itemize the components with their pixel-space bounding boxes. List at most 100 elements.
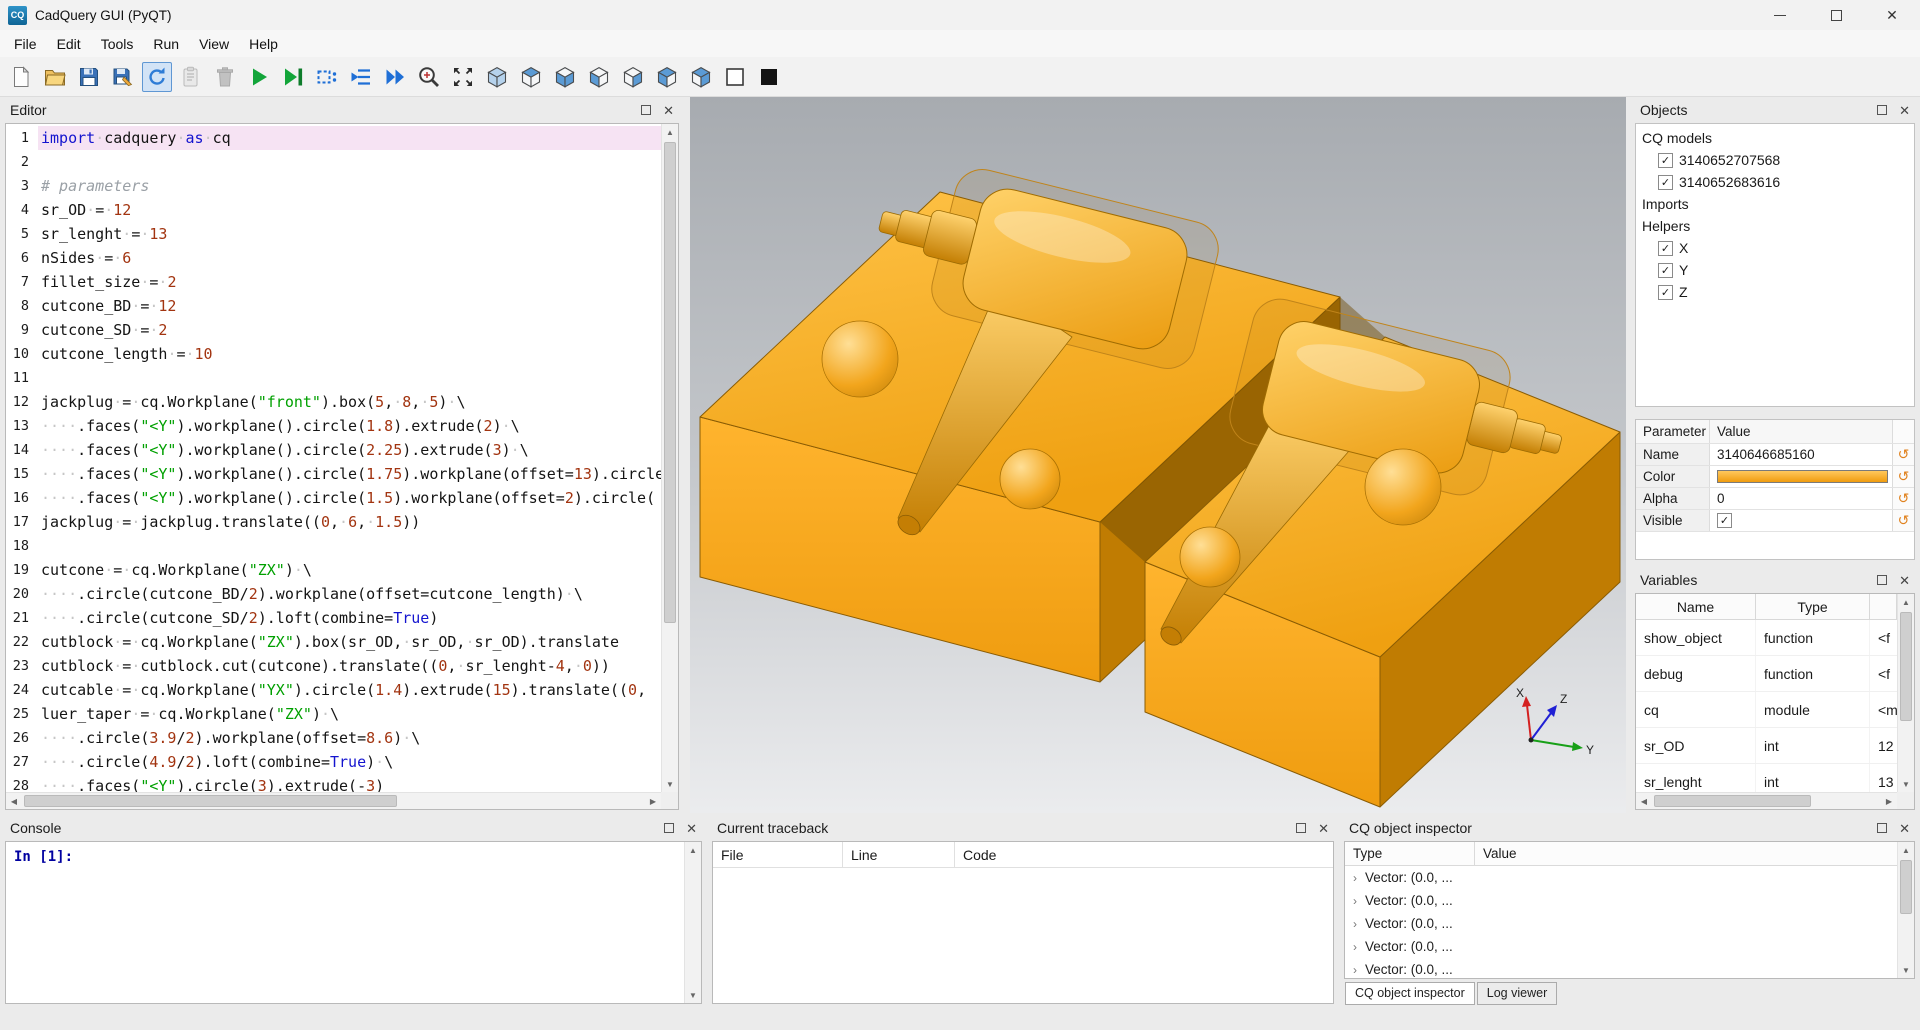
reset-button[interactable]: ↺ bbox=[1893, 510, 1914, 531]
inspector-row[interactable]: ›Vector: (0.0, ... bbox=[1345, 935, 1914, 958]
close-panel-icon[interactable]: ✕ bbox=[1318, 822, 1329, 835]
close-panel-icon[interactable]: ✕ bbox=[1899, 822, 1910, 835]
scroll-right-icon[interactable]: ▶ bbox=[1881, 793, 1897, 809]
reset-button[interactable]: ↺ bbox=[1893, 466, 1914, 487]
fit-all-button[interactable] bbox=[448, 62, 478, 92]
reset-button[interactable]: ↺ bbox=[1893, 488, 1914, 509]
traceback-col-code[interactable]: Code bbox=[955, 842, 1333, 867]
color-swatch[interactable] bbox=[1717, 470, 1888, 483]
close-panel-icon[interactable]: ✕ bbox=[663, 104, 674, 117]
scroll-up-icon[interactable]: ▲ bbox=[1898, 842, 1914, 858]
scroll-up-icon[interactable]: ▲ bbox=[1898, 594, 1914, 610]
expand-arrow-icon[interactable]: › bbox=[1345, 917, 1365, 931]
scroll-up-icon[interactable]: ▲ bbox=[662, 124, 678, 140]
tree-item-imports[interactable]: Imports bbox=[1636, 193, 1914, 215]
view-bottom-button[interactable] bbox=[550, 62, 580, 92]
console-prompt[interactable]: In [1]: bbox=[6, 842, 701, 872]
menu-tools[interactable]: Tools bbox=[91, 32, 144, 56]
view-front-button[interactable] bbox=[584, 62, 614, 92]
scrollbar-thumb[interactable] bbox=[24, 795, 397, 807]
expand-arrow-icon[interactable]: › bbox=[1345, 940, 1365, 954]
editor-hscrollbar[interactable]: ◀ ▶ bbox=[6, 792, 661, 809]
tab-log-viewer[interactable]: Log viewer bbox=[1477, 982, 1557, 1005]
autoreload-button[interactable] bbox=[142, 62, 172, 92]
code-line-3[interactable]: 3# parameters bbox=[6, 174, 661, 198]
close-panel-icon[interactable]: ✕ bbox=[1899, 104, 1910, 117]
menu-file[interactable]: File bbox=[4, 32, 47, 56]
code-line-13[interactable]: 13····.faces("<Y").workplane().circle(1.… bbox=[6, 414, 661, 438]
tree-item-3140652683616[interactable]: ✓3140652683616 bbox=[1636, 171, 1914, 193]
visible-checkbox[interactable]: ✓ bbox=[1717, 513, 1732, 528]
menu-view[interactable]: View bbox=[189, 32, 239, 56]
debug-button[interactable] bbox=[278, 62, 308, 92]
variable-row-cq[interactable]: cqmodule<m bbox=[1636, 692, 1897, 728]
reset-button[interactable]: ↺ bbox=[1893, 444, 1914, 465]
scrollbar-thumb[interactable] bbox=[1900, 612, 1912, 721]
scrollbar-thumb[interactable] bbox=[1654, 795, 1811, 807]
tree-item-z[interactable]: ✓Z bbox=[1636, 281, 1914, 303]
code-line-4[interactable]: 4sr_OD·=·12 bbox=[6, 198, 661, 222]
checkbox[interactable]: ✓ bbox=[1658, 175, 1673, 190]
shaded-mode-button[interactable] bbox=[754, 62, 784, 92]
scroll-up-icon[interactable]: ▲ bbox=[685, 842, 701, 858]
editor-code[interactable]: 1import·cadquery·as·cq23# parameters4sr_… bbox=[6, 124, 661, 792]
variables-hscrollbar[interactable]: ◀ ▶ bbox=[1636, 792, 1897, 809]
variables-vscrollbar[interactable]: ▲ ▼ bbox=[1897, 594, 1914, 792]
inspector-row[interactable]: ›Vector: (0.0, ... bbox=[1345, 866, 1914, 889]
variables-col-name[interactable]: Name bbox=[1636, 594, 1756, 619]
save-as-script-button[interactable] bbox=[108, 62, 138, 92]
menu-help[interactable]: Help bbox=[239, 32, 288, 56]
code-line-20[interactable]: 20····.circle(cutcone_BD/2).workplane(of… bbox=[6, 582, 661, 606]
checkbox[interactable]: ✓ bbox=[1658, 153, 1673, 168]
inspector-col-value[interactable]: Value bbox=[1475, 842, 1914, 865]
scroll-down-icon[interactable]: ▼ bbox=[1898, 962, 1914, 978]
code-line-19[interactable]: 19cutcone·=·cq.Workplane("ZX")·\ bbox=[6, 558, 661, 582]
code-line-11[interactable]: 11 bbox=[6, 366, 661, 390]
tree-item-3140652707568[interactable]: ✓3140652707568 bbox=[1636, 149, 1914, 171]
code-line-12[interactable]: 12jackplug·=·cq.Workplane("front").box(5… bbox=[6, 390, 661, 414]
console-vscrollbar[interactable]: ▲ ▼ bbox=[684, 842, 701, 1003]
variable-row-sr_OD[interactable]: sr_ODint12 bbox=[1636, 728, 1897, 764]
scroll-down-icon[interactable]: ▼ bbox=[1898, 776, 1914, 792]
scroll-down-icon[interactable]: ▼ bbox=[662, 776, 678, 792]
float-panel-icon[interactable] bbox=[1877, 575, 1887, 585]
code-line-27[interactable]: 27····.circle(4.9/2).loft(combine=True)·… bbox=[6, 750, 661, 774]
code-line-26[interactable]: 26····.circle(3.9/2).workplane(offset=8.… bbox=[6, 726, 661, 750]
view-iso-button[interactable] bbox=[482, 62, 512, 92]
code-line-18[interactable]: 18 bbox=[6, 534, 661, 558]
code-line-8[interactable]: 8cutcone_BD·=·12 bbox=[6, 294, 661, 318]
code-line-28[interactable]: 28····.faces("<Y").circle(3).extrude(-3) bbox=[6, 774, 661, 792]
code-line-5[interactable]: 5sr_lenght·=·13 bbox=[6, 222, 661, 246]
save-script-button[interactable] bbox=[74, 62, 104, 92]
float-panel-icon[interactable] bbox=[664, 823, 674, 833]
scroll-left-icon[interactable]: ◀ bbox=[6, 793, 22, 809]
step-button[interactable] bbox=[312, 62, 342, 92]
view-back-button[interactable] bbox=[618, 62, 648, 92]
float-panel-icon[interactable] bbox=[1877, 105, 1887, 115]
code-line-16[interactable]: 16····.faces("<Y").workplane().circle(1.… bbox=[6, 486, 661, 510]
editor-vscrollbar[interactable]: ▲ ▼ bbox=[661, 124, 678, 792]
tree-item-x[interactable]: ✓X bbox=[1636, 237, 1914, 259]
render-button[interactable] bbox=[244, 62, 274, 92]
code-line-17[interactable]: 17jackplug·=·jackplug.translate((0,·6,·1… bbox=[6, 510, 661, 534]
code-line-21[interactable]: 21····.circle(cutcone_SD/2).loft(combine… bbox=[6, 606, 661, 630]
close-panel-icon[interactable]: ✕ bbox=[686, 822, 697, 835]
inspector-row[interactable]: ›Vector: (0.0, ... bbox=[1345, 889, 1914, 912]
menu-edit[interactable]: Edit bbox=[47, 32, 91, 56]
inspector-row[interactable]: ›Vector: (0.0, ... bbox=[1345, 912, 1914, 935]
close-panel-icon[interactable]: ✕ bbox=[1899, 574, 1910, 587]
tree-item-y[interactable]: ✓Y bbox=[1636, 259, 1914, 281]
code-line-23[interactable]: 23cutblock·=·cutblock.cut(cutcone).trans… bbox=[6, 654, 661, 678]
new-script-button[interactable] bbox=[6, 62, 36, 92]
wireframe-mode-button[interactable] bbox=[720, 62, 750, 92]
code-line-25[interactable]: 25luer_taper·=·cq.Workplane("ZX")·\ bbox=[6, 702, 661, 726]
view-left-button[interactable] bbox=[652, 62, 682, 92]
checkbox[interactable]: ✓ bbox=[1658, 241, 1673, 256]
minimize-button[interactable] bbox=[1752, 0, 1808, 30]
float-panel-icon[interactable] bbox=[1296, 823, 1306, 833]
expand-arrow-icon[interactable]: › bbox=[1345, 871, 1365, 885]
paste-button[interactable] bbox=[176, 62, 206, 92]
viewport[interactable]: X Z Y bbox=[690, 97, 1626, 813]
code-line-22[interactable]: 22cutblock·=·cq.Workplane("ZX").box(sr_O… bbox=[6, 630, 661, 654]
code-line-1[interactable]: 1import·cadquery·as·cq bbox=[6, 126, 661, 150]
